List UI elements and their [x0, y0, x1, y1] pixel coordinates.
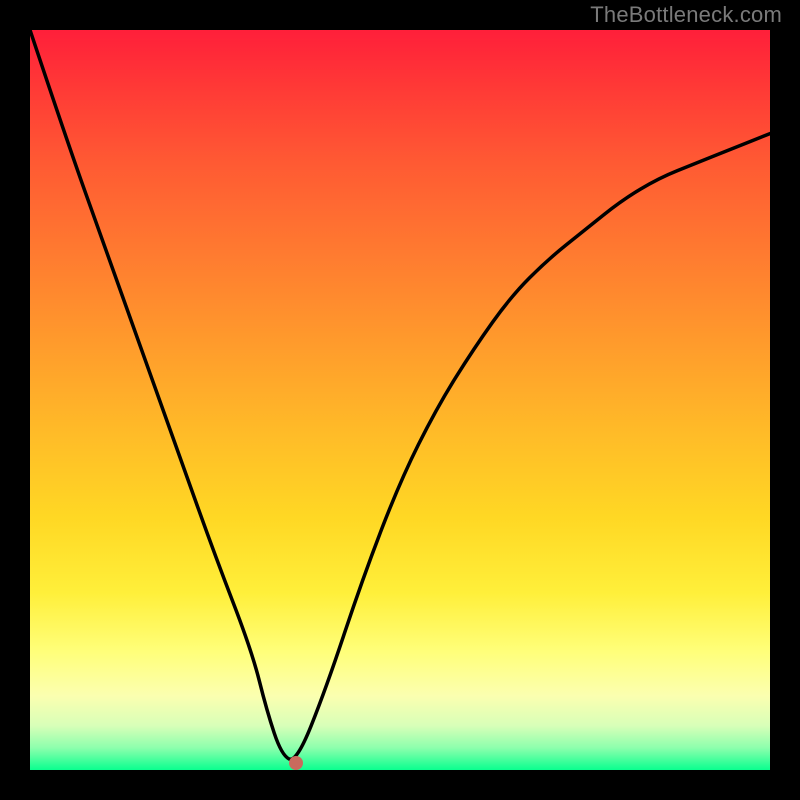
bottleneck-curve: [30, 30, 770, 770]
chart-container: TheBottleneck.com: [0, 0, 800, 800]
plot-area: [30, 30, 770, 770]
optimal-point-marker: [289, 756, 303, 770]
watermark-text: TheBottleneck.com: [590, 2, 782, 28]
